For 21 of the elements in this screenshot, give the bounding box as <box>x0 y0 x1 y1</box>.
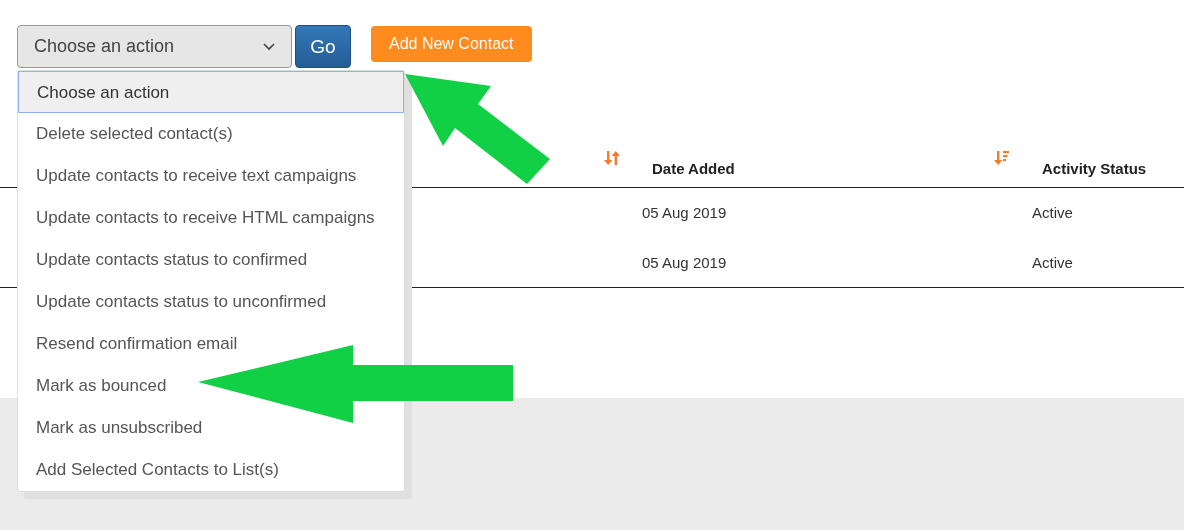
chevron-down-icon <box>263 42 275 51</box>
table-cell-text: Active <box>1031 253 1074 271</box>
table-cell-text: Active <box>1031 204 1074 221</box>
menu-item[interactable]: Update contacts status to unconfirmed <box>18 281 333 323</box>
table-cell-text: 05 Aug 2019 <box>641 204 728 221</box>
action-select[interactable]: Choose an action <box>17 25 292 68</box>
table-cell-text: 05 Aug 2019 <box>641 253 728 271</box>
sort-icon[interactable] <box>604 149 620 166</box>
column-header: Activity Status <box>1042 159 1147 177</box>
menu-item[interactable]: Resend confirmation email <box>18 323 244 365</box>
menu-item[interactable]: Mark as unsubscribed <box>18 407 209 449</box>
column-header: Date Added <box>652 159 735 177</box>
menu-item[interactable]: Add Selected Contacts to List(s) <box>18 449 285 491</box>
menu-item[interactable]: Delete selected contact(s) <box>18 113 239 155</box>
go-button[interactable]: Go <box>295 25 351 68</box>
menu-item[interactable]: Update contacts status to confirmed <box>18 239 314 281</box>
menu-item[interactable]: Mark as bounced <box>18 365 173 407</box>
menu-item[interactable]: Choose an action <box>18 71 404 113</box>
menu-item[interactable]: Update contacts to receive HTML campaigns <box>18 197 381 239</box>
sort-descending-icon[interactable] <box>994 149 1010 166</box>
menu-item[interactable]: Update contacts to receive text campaigns <box>18 155 363 197</box>
